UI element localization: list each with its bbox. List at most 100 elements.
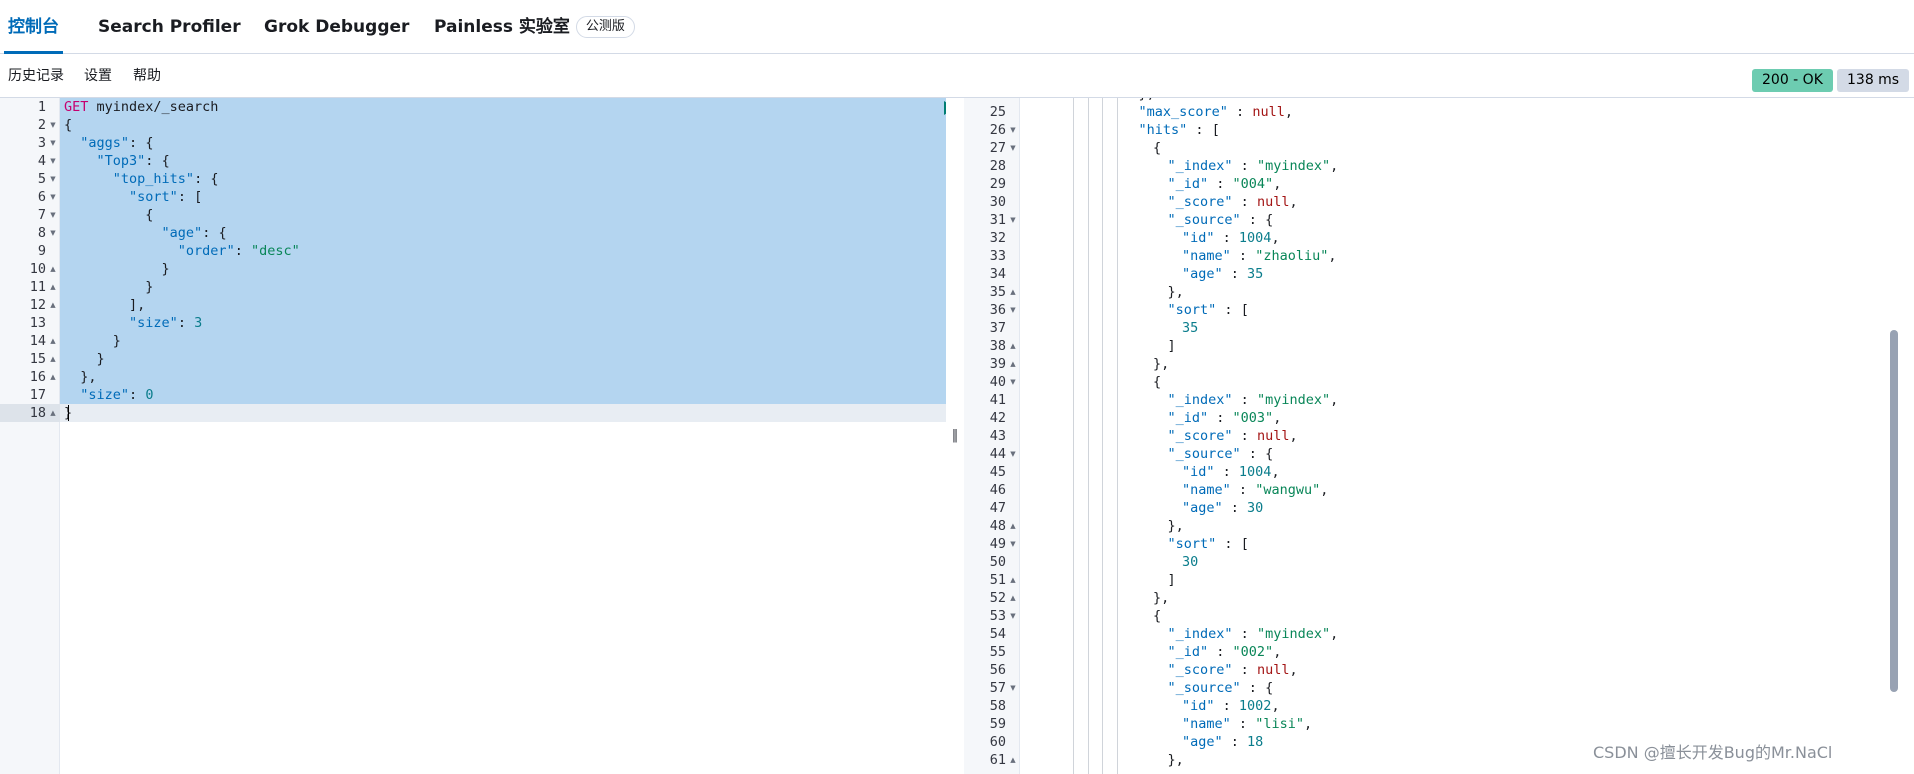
line-number: 15 [29, 351, 46, 367]
help-link[interactable]: 帮助 [133, 54, 161, 98]
line-number: 12 [29, 297, 46, 313]
line-number: 58 [989, 698, 1006, 714]
fold-open-icon[interactable]: ▼ [48, 188, 58, 206]
fold-close-icon[interactable]: ▲ [48, 260, 58, 278]
line-number: 46 [989, 482, 1006, 498]
fold-close-icon[interactable]: ▲ [48, 332, 58, 350]
code-line: "top_hits": { [112, 171, 219, 187]
fold-close-icon[interactable]: ▲ [1008, 355, 1018, 373]
fold-open-icon[interactable]: ▼ [1008, 139, 1018, 157]
response-line: "max_score" : null, [1138, 104, 1293, 120]
response-line: "id" : 1004, [1182, 464, 1280, 480]
fold-close-icon[interactable]: ▲ [1008, 337, 1018, 355]
response-line: }, [1167, 752, 1184, 768]
fold-open-icon[interactable]: ▼ [1008, 445, 1018, 463]
response-line: "hits" : [ [1138, 122, 1220, 138]
response-scrollbar[interactable] [1890, 330, 1898, 692]
tab-painless-lab[interactable]: Painless 实验室 公测版 [434, 0, 635, 54]
indent-guide [1102, 98, 1104, 774]
code-line: "aggs": { [80, 135, 154, 151]
line-number: 7 [37, 207, 46, 223]
fold-open-icon[interactable]: ▼ [48, 224, 58, 242]
line-number: 60 [989, 734, 1006, 750]
fold-close-icon[interactable]: ▲ [1008, 589, 1018, 607]
line-number: 14 [29, 333, 46, 349]
response-line: "name" : "wangwu", [1182, 482, 1329, 498]
pane-resizer[interactable]: ‖ [946, 98, 964, 774]
line-number: 32 [989, 230, 1006, 246]
line-number: 56 [989, 662, 1006, 678]
tab-console[interactable]: 控制台 [4, 0, 63, 54]
fold-open-icon[interactable]: ▼ [1008, 535, 1018, 553]
fold-close-icon[interactable]: ▲ [1008, 283, 1018, 301]
settings-link[interactable]: 设置 [84, 54, 112, 98]
line-number: 52 [989, 590, 1006, 606]
tab-grok-debugger[interactable]: Grok Debugger [264, 0, 409, 54]
code-line: } [112, 333, 121, 349]
line-number: 43 [989, 428, 1006, 444]
line-number: 33 [989, 248, 1006, 264]
code-line: { [64, 117, 73, 133]
response-line: }, [1167, 284, 1184, 300]
fold-open-icon[interactable]: ▼ [48, 152, 58, 170]
fold-open-icon[interactable]: ▼ [48, 170, 58, 188]
line-number: 16 [29, 369, 46, 385]
status-badge: 200 - OK [1752, 69, 1833, 92]
line-number: 41 [989, 392, 1006, 408]
fold-close-icon[interactable]: ▲ [48, 278, 58, 296]
line-number: 54 [989, 626, 1006, 642]
code-line: "order": "desc" [177, 243, 300, 259]
fold-open-icon[interactable]: ▼ [1008, 211, 1018, 229]
request-code[interactable]: GET myindex/_search { "aggs": { "Top3": {… [60, 98, 946, 774]
line-number: 11 [29, 279, 46, 295]
line-number: 47 [989, 500, 1006, 516]
response-line: "age" : 30 [1182, 500, 1264, 516]
fold-open-icon[interactable]: ▼ [1008, 607, 1018, 625]
history-link[interactable]: 历史记录 [8, 54, 64, 98]
fold-open-icon[interactable]: ▼ [1008, 679, 1018, 697]
line-number: 57 [989, 680, 1006, 696]
fold-open-icon[interactable]: ▼ [48, 116, 58, 134]
response-line: "id" : 1002, [1182, 698, 1280, 714]
response-line: "sort" : [ [1167, 536, 1249, 552]
line-number: 61 [989, 752, 1006, 768]
fold-open-icon[interactable]: ▼ [1008, 121, 1018, 139]
line-number: 45 [989, 464, 1006, 480]
response-line: "_index" : "myindex", [1167, 158, 1339, 174]
line-number: 51 [989, 572, 1006, 588]
fold-close-icon[interactable]: ▲ [1008, 517, 1018, 535]
fold-close-icon[interactable]: ▲ [1008, 751, 1018, 769]
code-line: } [161, 261, 170, 277]
response-line: ] [1167, 338, 1176, 354]
fold-close-icon[interactable]: ▲ [48, 296, 58, 314]
code-line: "Top3": { [96, 153, 170, 169]
line-number: 59 [989, 716, 1006, 732]
response-line: "_index" : "myindex", [1167, 626, 1339, 642]
fold-close-icon[interactable]: ▲ [48, 404, 58, 422]
request-editor[interactable]: 1 2 ▼ 3 ▼ 4 ▼ 5 ▼ 6 ▼ 7 ▼ 8 ▼ 9 10 ▲ 11 ▲ 12 ▲ 13 14 ▲ 15 ▲ 16 ▲ 17 18… [0, 98, 946, 774]
line-number: 6 [37, 189, 46, 205]
code-line: "size": 0 [80, 387, 154, 403]
line-number: 13 [29, 315, 46, 331]
line-number: 31 [989, 212, 1006, 228]
line-number: 17 [29, 387, 46, 403]
fold-open-icon[interactable]: ▼ [1008, 373, 1018, 391]
response-line: 35 [1182, 320, 1199, 336]
fold-open-icon[interactable]: ▼ [48, 134, 58, 152]
response-output[interactable]: 242526▼27▼28293031▼32333435▲36▼3738▲39▲4… [964, 98, 1914, 774]
response-line: "_source" : { [1167, 212, 1274, 228]
fold-close-icon[interactable]: ▲ [48, 350, 58, 368]
line-number: 1 [37, 99, 46, 115]
fold-open-icon[interactable]: ▼ [1008, 301, 1018, 319]
fold-close-icon[interactable]: ▲ [48, 368, 58, 386]
line-number: 25 [989, 104, 1006, 120]
tab-search-profiler[interactable]: Search Profiler [98, 0, 241, 54]
resizer-handle-icon[interactable]: ‖ [950, 428, 960, 444]
code-line: "sort": [ [129, 189, 203, 205]
fold-open-icon[interactable]: ▼ [48, 206, 58, 224]
code-line: }, [80, 369, 97, 385]
response-line: "sort" : [ [1167, 302, 1249, 318]
code-line: } [145, 279, 154, 295]
fold-close-icon[interactable]: ▲ [1008, 571, 1018, 589]
indent-guide [1087, 98, 1089, 774]
